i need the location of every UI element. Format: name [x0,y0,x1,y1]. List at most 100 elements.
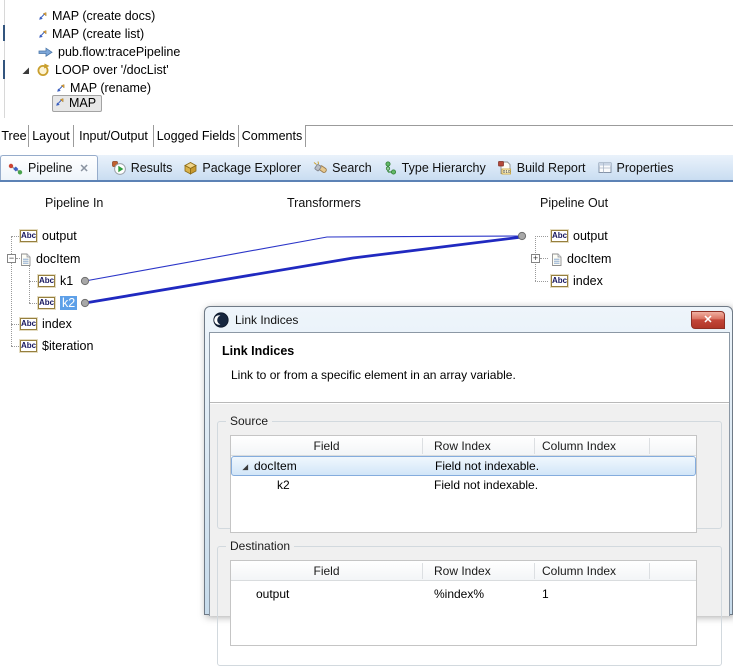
string-abc-icon: Abc [20,230,37,242]
tab-properties[interactable]: Properties [592,155,680,180]
column-header-row-index[interactable]: Row Index [434,561,491,581]
tab-label: Comments [241,129,303,143]
flow-step-label: pub.flow:tracePipeline [58,45,181,59]
selected-step-highlight: MAP [52,94,103,112]
column-header-field[interactable]: Field [231,436,422,456]
build-report-icon [497,160,512,175]
tab-label: Type Hierarchy [401,160,486,175]
pipeline-in-row-k1[interactable]: Abc k1 [38,273,73,289]
collapse-minus-box[interactable]: − [7,254,16,263]
flow-step-map-selected[interactable]: MAP [52,94,103,112]
properties-icon [598,162,612,173]
tree-connector [11,346,19,347]
column-separator[interactable] [649,438,650,454]
loop-icon [37,63,50,76]
column-header-pipeline-out: Pipeline Out [540,196,609,210]
tab-input-output[interactable]: Input/Output [74,125,154,147]
link-endpoint-output[interactable] [517,231,527,241]
tab-label: Layout [32,129,70,143]
link-line-k1-output[interactable] [84,235,523,282]
cell-field: docItem [254,459,297,473]
column-header-column-index[interactable]: Column Index [542,561,616,581]
string-abc-icon: Abc [551,275,568,287]
flow-step-loop[interactable]: LOOP over '/docList' [21,61,169,79]
tab-label: Package Explorer [202,160,302,175]
dialog-description: Link to or from a specific element in an… [231,368,516,382]
field-label: $iteration [42,339,94,353]
close-icon[interactable]: ✕ [77,162,88,175]
dialog-body: Source Field Row Index Column Index docI… [210,404,729,666]
tab-type-hierarchy[interactable]: Type Hierarchy [378,155,492,180]
dialog-title: Link Indices [235,312,299,327]
column-separator[interactable] [534,438,535,454]
flow-step-map-create-list[interactable]: MAP (create list) [38,25,144,43]
pipeline-out-row-docitem[interactable]: docItem [551,251,611,267]
close-button[interactable]: ✕ [691,311,725,329]
tab-layout[interactable]: Layout [29,125,74,147]
link-endpoint-k1[interactable] [80,276,90,286]
tab-tree[interactable]: Tree [0,125,29,147]
field-label: docItem [36,252,81,266]
destination-table: Field Row Index Column Index output %ind… [230,560,697,646]
field-label: output [573,229,608,243]
flow-step-map-create-docs[interactable]: MAP (create docs) [38,7,155,25]
tab-label: Results [130,160,173,175]
pipeline-in-row-index[interactable]: Abc index [20,316,72,332]
link-endpoint-k2[interactable] [80,298,90,308]
pipeline-in-row-docitem[interactable]: docItem [20,251,80,267]
column-header-field[interactable]: Field [231,561,422,581]
tab-package-explorer[interactable]: Package Explorer [178,155,307,180]
column-header-row-index[interactable]: Row Index [434,436,491,456]
column-header-column-index[interactable]: Column Index [542,436,616,456]
column-separator[interactable] [534,563,535,579]
pipeline-out-row-output[interactable]: Abc output [551,228,608,244]
column-separator[interactable] [422,438,423,454]
cell-column-index: 1 [542,587,549,601]
dialog-titlebar[interactable]: Link Indices [205,307,732,332]
link-indices-dialog: Link Indices ✕ Link Indices Link to or f… [204,306,733,666]
tree-connector [29,303,37,304]
view-tab-bar: Pipeline ✕ Results Package Explorer Sear… [0,155,733,182]
field-label-selected: k2 [60,296,78,310]
cell-row-index: %index% [434,587,485,601]
table-empty-space [231,605,696,645]
pipeline-in-row-k2-selected[interactable]: Abc k2 [38,295,78,311]
tab-pipeline[interactable]: Pipeline ✕ [0,155,98,180]
pipeline-out-row-index[interactable]: Abc index [551,273,603,289]
destination-group: Destination Field Row Index Column Index… [217,539,722,666]
tree-connector [29,262,30,303]
flow-step-label: MAP [69,95,97,110]
tab-search[interactable]: Search [307,155,378,180]
tab-label: Tree [1,129,27,143]
pipeline-in-row-output[interactable]: Abc output [20,228,77,244]
string-abc-icon: Abc [38,275,55,287]
column-separator[interactable] [422,563,423,579]
tab-logged-fields[interactable]: Logged Fields [154,125,239,147]
link-line-k2-output-selected[interactable] [84,235,523,305]
source-row-k2[interactable]: k2 Field not indexable. [231,476,696,496]
column-separator[interactable] [649,563,650,579]
tab-label: Properties [616,160,674,175]
cell-row-index: Field not indexable. [435,459,540,473]
tab-results[interactable]: Results [106,155,179,180]
tree-connector [535,281,548,282]
margin-mark [3,25,5,41]
invoke-arrow-icon [38,47,53,57]
field-label: index [573,274,603,288]
expanded-triangle-icon[interactable] [21,66,30,75]
tab-build-report[interactable]: Build Report [492,155,592,180]
field-label: index [42,317,72,331]
expand-plus-box[interactable]: + [531,254,540,263]
expanded-triangle-icon[interactable] [241,463,249,471]
destination-row-output[interactable]: output %index% 1 [231,581,696,605]
flow-step-label: MAP (create docs) [52,9,156,23]
source-row-docitem[interactable]: docItem Field not indexable. [231,456,696,476]
source-table: Field Row Index Column Index docItem Fie… [230,435,697,533]
pipeline-in-row-iteration[interactable]: Abc $iteration [20,338,93,354]
flow-step-label: LOOP over '/docList' [55,63,169,77]
app-logo-icon [213,311,229,328]
column-header-pipeline-in: Pipeline In [45,196,104,210]
flow-editor-page-tabs: Tree Layout Input/Output Logged Fields C… [0,125,733,148]
tab-comments[interactable]: Comments [239,125,306,147]
flow-step-trace-pipeline[interactable]: pub.flow:tracePipeline [38,43,180,61]
